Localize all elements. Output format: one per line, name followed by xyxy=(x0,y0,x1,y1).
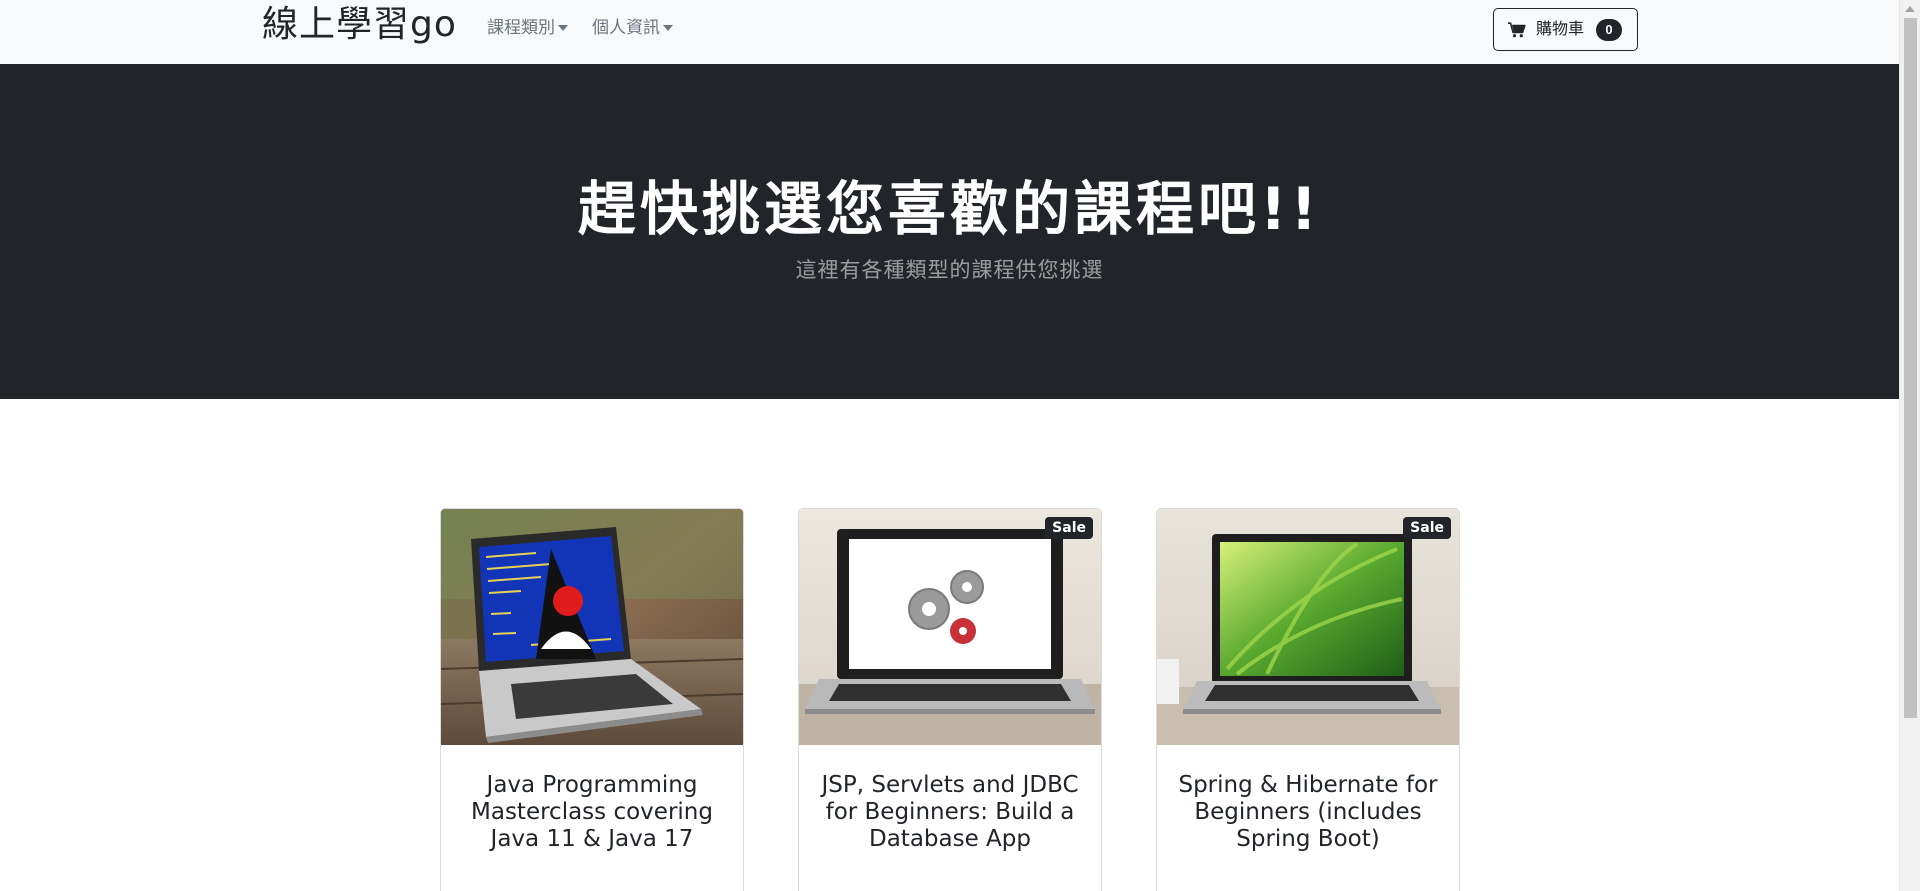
cart-count-badge: 0 xyxy=(1596,18,1623,41)
course-image-java[interactable] xyxy=(441,509,743,745)
course-card[interactable]: Java Programming Masterclass covering Ja… xyxy=(440,508,744,891)
course-image-jsp[interactable]: Sale xyxy=(799,509,1101,745)
course-title[interactable]: JSP, Servlets and JDBC for Beginners: Bu… xyxy=(809,772,1091,853)
cart-icon xyxy=(1508,21,1526,38)
hero-title: 趕快挑選您喜歡的課程吧!! xyxy=(578,175,1321,243)
hero-banner: 趕快挑選您喜歡的課程吧!! 這裡有各種類型的課程供您挑選 xyxy=(0,64,1899,399)
sale-badge: Sale xyxy=(1045,517,1093,539)
scroll-up-arrow-icon[interactable] xyxy=(1905,6,1915,12)
nav-profile-label: 個人資訊 xyxy=(592,18,660,38)
nav-profile-dropdown[interactable]: 個人資訊 xyxy=(592,16,673,40)
vertical-scrollbar[interactable] xyxy=(1899,0,1920,891)
sale-badge: Sale xyxy=(1403,517,1451,539)
hero-subtitle: 這裡有各種類型的課程供您挑選 xyxy=(795,258,1104,282)
brand-logo[interactable]: 線上學習go xyxy=(262,2,457,48)
nav-course-categories-label: 課程類別 xyxy=(487,18,555,38)
course-title[interactable]: Java Programming Masterclass covering Ja… xyxy=(451,772,733,853)
page: 線上學習go 課程類別 個人資訊 購物車 0 趕快挑選您喜歡的課程吧!! 這裡有… xyxy=(0,0,1899,891)
course-card[interactable]: Sale Spring & Hibernate for Beginners (i… xyxy=(1156,508,1460,891)
nav-course-categories-dropdown[interactable]: 課程類別 xyxy=(487,16,568,40)
caret-down-icon xyxy=(558,25,568,31)
caret-down-icon xyxy=(663,25,673,31)
course-image-spring[interactable]: Sale xyxy=(1157,509,1459,745)
navbar: 線上學習go 課程類別 個人資訊 購物車 0 xyxy=(0,0,1899,64)
course-title[interactable]: Spring & Hibernate for Beginners (includ… xyxy=(1167,772,1449,853)
cart-button[interactable]: 購物車 0 xyxy=(1493,8,1638,51)
course-card[interactable]: Sale JSP, Servlets and JDBC for Beginner… xyxy=(798,508,1102,891)
scrollbar-thumb[interactable] xyxy=(1904,18,1917,718)
cart-label: 購物車 xyxy=(1536,20,1585,38)
